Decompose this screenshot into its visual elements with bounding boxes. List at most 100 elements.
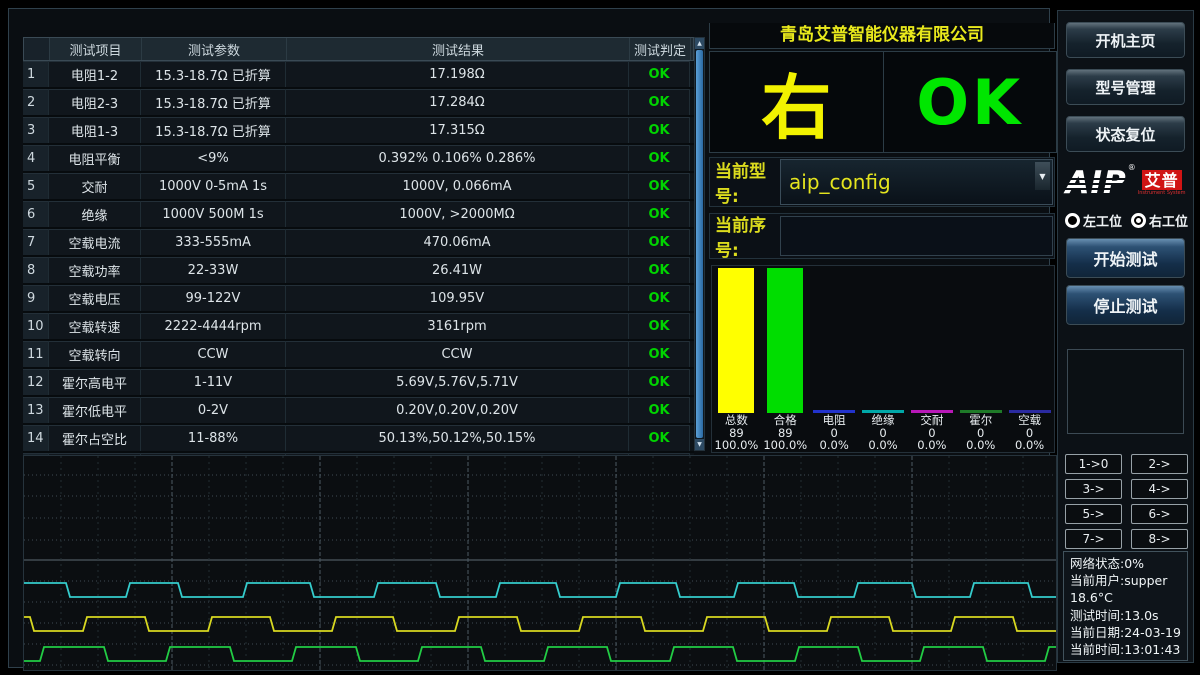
table-row[interactable]: 1电阻1-215.3-18.7Ω 已折算17.198ΩOK <box>23 61 694 89</box>
scroll-thumb[interactable] <box>696 50 703 438</box>
table-row[interactable]: 3电阻1-315.3-18.7Ω 已折算17.315ΩOK <box>23 117 694 145</box>
cell-judge: OK <box>629 61 690 87</box>
bar <box>718 268 754 413</box>
logo-subtext: Instrument System <box>1138 190 1186 196</box>
test-table: 测试项目 测试参数 测试结果 测试判定 1电阻1-215.3-18.7Ω 已折算… <box>23 37 694 481</box>
cell-judge: OK <box>629 173 690 199</box>
radio-circle-icon[interactable] <box>1065 213 1080 228</box>
io-button[interactable]: 8-> <box>1131 529 1188 549</box>
cell-param: 0-2V <box>141 397 286 423</box>
table-row[interactable]: 13霍尔低电平0-2V0.20V,0.20V,0.20VOK <box>23 397 694 425</box>
io-button[interactable]: 2-> <box>1131 454 1188 474</box>
io-button[interactable]: 1->0 <box>1065 454 1122 474</box>
io-button-grid: 1->0 2-> 3-> 4-> 5-> 6-> 7-> 8-> <box>1065 454 1188 549</box>
cell-judge: OK <box>629 117 690 143</box>
waveform-trace-hall-signal-1 <box>24 583 1056 597</box>
cell-param: <9% <box>141 145 286 171</box>
table-row[interactable]: 5交耐1000V 0-5mA 1s1000V, 0.066mAOK <box>23 173 694 201</box>
cell-param: 15.3-18.7Ω 已折算 <box>141 61 286 87</box>
chart-category: 总数89100.0% <box>712 266 761 452</box>
table-row[interactable]: 8空载功率22-33W26.41WOK <box>23 257 694 285</box>
header-cell-judge: 测试判定 <box>630 38 691 60</box>
cell-item: 电阻1-2 <box>49 61 141 87</box>
cell-result: 17.315Ω <box>286 117 629 143</box>
aip-logo: AIP ® 艾普 Instrument System <box>1063 161 1188 205</box>
header-cell-result: 测试结果 <box>287 38 630 60</box>
bar-meta: 总数89100.0% <box>715 414 759 452</box>
bar-name: 交耐 <box>917 414 946 427</box>
home-button[interactable]: 开机主页 <box>1065 21 1186 59</box>
cell-judge: OK <box>629 89 690 115</box>
station-radios: 左工位 右工位 <box>1065 211 1188 230</box>
bar-percent: 100.0% <box>715 439 759 452</box>
stats-chart: 总数89100.0%合格89100.0%电阻00.0%绝缘00.0%交耐00.0… <box>711 265 1055 453</box>
table-scrollbar[interactable]: ▲ ▼ <box>694 37 705 451</box>
station-position-text: 右 <box>710 52 884 152</box>
bar-percent: 0.0% <box>820 439 849 452</box>
bar-percent: 0.0% <box>917 439 946 452</box>
radio-left-station[interactable]: 左工位 <box>1065 211 1122 230</box>
logo-registered-icon: ® <box>1128 163 1136 172</box>
chart-category: 空载00.0% <box>1005 266 1054 452</box>
radio-circle-icon[interactable] <box>1131 213 1146 228</box>
table-row[interactable]: 10空载转速2222-4444rpm3161rpmOK <box>23 313 694 341</box>
table-row[interactable]: 9空载电压99-122V109.95VOK <box>23 285 694 313</box>
cell-index: 3 <box>23 117 49 143</box>
io-button[interactable]: 6-> <box>1131 504 1188 524</box>
table-row[interactable]: 14霍尔占空比11-88%50.13%,50.12%,50.15%OK <box>23 425 694 453</box>
cell-index: 7 <box>23 229 49 255</box>
cell-result: CCW <box>286 341 629 367</box>
cell-item: 霍尔占空比 <box>49 425 141 451</box>
table-row[interactable]: 4电阻平衡<9%0.392% 0.106% 0.286%OK <box>23 145 694 173</box>
model-combobox[interactable]: aip_config ▼ <box>780 159 1053 205</box>
bar-name: 霍尔 <box>966 414 995 427</box>
cell-result: 17.284Ω <box>286 89 629 115</box>
serial-input[interactable] <box>780 216 1053 256</box>
status-reset-button[interactable]: 状态复位 <box>1065 115 1186 153</box>
cell-param: 22-33W <box>141 257 286 283</box>
cell-param: 1000V 500M 1s <box>141 201 286 227</box>
cell-index: 9 <box>23 285 49 311</box>
cell-judge: OK <box>629 145 690 171</box>
bar-plot <box>907 266 956 413</box>
io-button[interactable]: 4-> <box>1131 479 1188 499</box>
cell-judge: OK <box>629 341 690 367</box>
table-header: 测试项目 测试参数 测试结果 测试判定 <box>23 37 694 61</box>
table-row[interactable]: 7空载电流333-555mA470.06mAOK <box>23 229 694 257</box>
io-button[interactable]: 5-> <box>1065 504 1122 524</box>
cell-index: 8 <box>23 257 49 283</box>
cell-item: 交耐 <box>49 173 141 199</box>
chart-category: 霍尔00.0% <box>956 266 1005 452</box>
io-button[interactable]: 7-> <box>1065 529 1122 549</box>
scroll-up-icon[interactable]: ▲ <box>695 38 704 49</box>
cell-result: 0.20V,0.20V,0.20V <box>286 397 629 423</box>
cell-item: 电阻2-3 <box>49 89 141 115</box>
table-row[interactable]: 6绝缘1000V 500M 1s1000V, >2000MΩOK <box>23 201 694 229</box>
cell-item: 绝缘 <box>49 201 141 227</box>
bar-name: 总数 <box>715 414 759 427</box>
bar-name: 合格 <box>763 414 807 427</box>
bar-meta: 霍尔00.0% <box>966 414 995 452</box>
serial-label: 当前序号: <box>710 211 780 261</box>
cell-item: 空载转向 <box>49 341 141 367</box>
cell-result: 0.392% 0.106% 0.286% <box>286 145 629 171</box>
cell-result: 109.95V <box>286 285 629 311</box>
scroll-down-icon[interactable]: ▼ <box>695 439 704 450</box>
cell-result: 470.06mA <box>286 229 629 255</box>
stop-test-button[interactable]: 停止测试 <box>1065 284 1186 326</box>
waveform-trace-hall-signal-3 <box>24 647 1056 661</box>
table-row[interactable]: 12霍尔高电平1-11V5.69V,5.76V,5.71VOK <box>23 369 694 397</box>
cell-param: 2222-4444rpm <box>141 313 286 339</box>
table-row[interactable]: 2电阻2-315.3-18.7Ω 已折算17.284ΩOK <box>23 89 694 117</box>
model-manage-button[interactable]: 型号管理 <box>1065 68 1186 106</box>
bar <box>767 268 803 413</box>
cell-item: 空载电压 <box>49 285 141 311</box>
io-button[interactable]: 3-> <box>1065 479 1122 499</box>
table-row[interactable]: 11空载转向CCWCCWOK <box>23 341 694 369</box>
waveform-svg <box>24 456 1056 670</box>
status-panel: 网络状态:0%当前用户:supper18.6°C测试时间:13.0s当前日期:2… <box>1063 551 1188 661</box>
dropdown-arrow-icon[interactable]: ▼ <box>1035 162 1050 190</box>
start-test-button[interactable]: 开始测试 <box>1065 237 1186 279</box>
radio-right-station[interactable]: 右工位 <box>1131 211 1188 230</box>
company-name: 青岛艾普智能仪器有限公司 <box>709 23 1055 49</box>
